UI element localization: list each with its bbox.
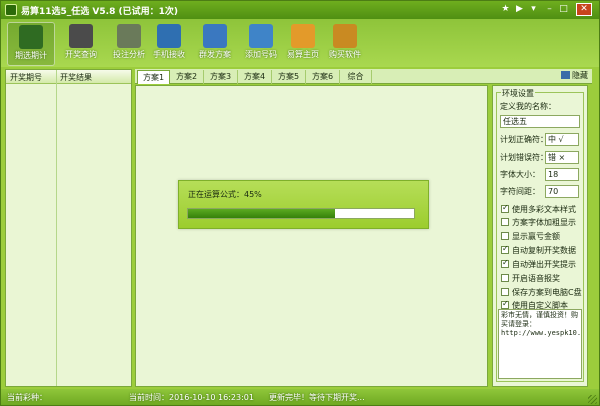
column-header-result[interactable]: 开奖结果 <box>60 72 92 83</box>
notes-text: 彩市无情，谨慎投资！购买请登录： <box>501 311 578 328</box>
checkbox[interactable] <box>501 244 509 254</box>
checkbox-label: 开启语音报奖 <box>512 274 560 283</box>
checkbox-show-profit[interactable]: 显示赢亏金额 <box>501 231 560 242</box>
status-current-lottery: 当前彩种： <box>7 393 47 402</box>
tab-plan-5[interactable]: 方案5 <box>272 70 306 84</box>
toolbar-button-mobile[interactable]: 手机接收 <box>145 22 193 66</box>
checkbox-colorful-text[interactable]: 使用多彩文本样式 <box>501 203 576 215</box>
checkbox-label: 使用多彩文本样式 <box>512 205 576 214</box>
toolbar-label: 添加号码 <box>245 50 277 59</box>
status-current-time: 当前时间：2016-10-10 16:23:01 <box>129 393 254 402</box>
toolbar-button-draw-query[interactable]: 开奖查询 <box>57 22 105 66</box>
toolbar-label: 期选期计 <box>15 51 47 60</box>
settings-panel: 环境设置 定义我的名称： 任选五 计划正确符： 中 √ 计划错误符： 错 × 字… <box>492 85 588 387</box>
checkbox-label: 自动弹出开奖提示 <box>512 260 576 269</box>
name-label: 定义我的名称： <box>500 102 556 111</box>
toolbar-label: 群发方案 <box>199 50 231 59</box>
key-icon <box>333 24 357 48</box>
plan-content-area[interactable] <box>135 85 488 387</box>
settings-group: 环境设置 定义我的名称： 任选五 计划正确符： 中 √ 计划错误符： 错 × 字… <box>496 88 584 382</box>
draw-results-header: 开奖期号 开奖结果 <box>6 70 131 84</box>
tab-plan-1[interactable]: 方案1 <box>137 70 170 84</box>
toolbar-label: 开奖查询 <box>65 50 97 59</box>
window-title: 易算11选5_任选 V5.8 (已试用：1次) <box>21 7 178 17</box>
name-field[interactable]: 任选五 <box>500 115 580 128</box>
checkbox[interactable] <box>501 232 509 240</box>
tab-plan-6[interactable]: 方案6 <box>306 70 340 84</box>
monitor-icon <box>19 25 43 49</box>
char-spacing-field[interactable]: 70 <box>545 185 579 198</box>
progress-bar-fill <box>188 209 335 218</box>
tv-icon <box>69 24 93 48</box>
grid-icon <box>117 24 141 48</box>
tab-summary[interactable]: 综合 <box>340 70 372 84</box>
panel-toggle-icon <box>561 71 570 79</box>
font-size-label: 字体大小： <box>500 170 540 179</box>
checkbox[interactable] <box>501 288 509 296</box>
checkbox-label: 自动复制开奖数据 <box>512 246 576 255</box>
tab-plan-2[interactable]: 方案2 <box>170 70 204 84</box>
draw-results-list[interactable] <box>6 84 131 386</box>
tab-plan-3[interactable]: 方案3 <box>204 70 238 84</box>
wrong-symbol-field[interactable]: 错 × <box>545 151 579 164</box>
app-window: 易算11选5_任选 V5.8 (已试用：1次) ★ ▶ ▾ – □ ✕ 期选期计… <box>0 0 600 406</box>
resize-grip-icon[interactable] <box>588 395 597 404</box>
wrong-symbol-label: 计划错误符： <box>500 153 548 162</box>
checkbox-auto-popup[interactable]: 自动弹出开奖提示 <box>501 258 576 270</box>
maximize-button[interactable]: □ <box>557 3 570 16</box>
checkbox[interactable] <box>501 218 509 226</box>
minimize-button[interactable]: – <box>543 3 556 16</box>
main-toolbar: 期选期计 开奖查询 投注分析 手机接收 群发方案 添加号码 易算主页 购买软件 <box>1 19 599 67</box>
toolbar-label: 易算主页 <box>287 50 319 59</box>
progress-dialog: 正在运算公式：45% <box>178 180 429 229</box>
notes-textarea[interactable]: 彩市无情，谨慎投资！购买请登录： http://www.yespk10.com <box>498 309 582 379</box>
hide-panel-button[interactable]: 隐藏 <box>561 70 588 81</box>
status-bar: 当前彩种： 当前时间：2016-10-10 16:23:01 更新完毕！等待下期… <box>1 389 599 405</box>
settings-title: 环境设置 <box>501 88 535 99</box>
column-divider <box>56 70 57 386</box>
checkbox[interactable] <box>501 258 509 268</box>
app-logo-icon <box>5 4 17 16</box>
title-bar: 易算11选5_任选 V5.8 (已试用：1次) ★ ▶ ▾ – □ ✕ <box>1 1 599 19</box>
checkbox-label: 方案字体加粗显示 <box>512 218 576 227</box>
correct-symbol-label: 计划正确符： <box>500 135 548 144</box>
correct-symbol-field[interactable]: 中 √ <box>545 133 579 146</box>
progress-text: 正在运算公式：45% <box>188 190 262 199</box>
toolbar-label: 手机接收 <box>153 50 185 59</box>
home-icon <box>291 24 315 48</box>
toolbar-button-broadcast[interactable]: 群发方案 <box>191 22 239 66</box>
progress-bar <box>187 208 415 219</box>
folder-icon <box>249 24 273 48</box>
checkbox-auto-copy[interactable]: 自动复制开奖数据 <box>501 244 576 256</box>
char-spacing-label: 字符间距： <box>500 187 540 196</box>
toolbar-label: 购买软件 <box>329 50 361 59</box>
column-header-issue[interactable]: 开奖期号 <box>10 72 42 83</box>
status-update: 更新完毕！等待下期开奖... <box>269 393 365 402</box>
users-icon <box>203 24 227 48</box>
pin-icon[interactable]: ★ <box>499 3 512 16</box>
checkbox[interactable] <box>501 299 509 309</box>
menu-dropdown-icon[interactable]: ▾ <box>527 3 540 16</box>
tab-plan-4[interactable]: 方案4 <box>238 70 272 84</box>
toolbar-button-plan[interactable]: 期选期计 <box>7 22 55 66</box>
checkbox-save-c-drive[interactable]: 保存方案到电脑C盘 <box>501 287 582 298</box>
notes-url[interactable]: http://www.yespk10.com <box>501 329 581 338</box>
toolbar-button-buy[interactable]: 购买软件 <box>321 22 369 66</box>
hide-panel-label: 隐藏 <box>572 71 588 80</box>
draw-results-panel: 开奖期号 开奖结果 <box>5 69 132 387</box>
checkbox-label: 显示赢亏金额 <box>512 232 560 241</box>
checkbox-voice[interactable]: 开启语音报奖 <box>501 273 560 284</box>
toolbar-button-add-numbers[interactable]: 添加号码 <box>237 22 285 66</box>
toolbar-button-home[interactable]: 易算主页 <box>279 22 327 66</box>
play-icon[interactable]: ▶ <box>513 3 526 16</box>
checkbox-bold-font[interactable]: 方案字体加粗显示 <box>501 217 576 228</box>
plan-tabs: 方案1 方案2 方案3 方案4 方案5 方案6 综合 隐藏 <box>135 69 592 84</box>
checkbox[interactable] <box>501 203 509 213</box>
font-size-field[interactable]: 18 <box>545 168 579 181</box>
phone-icon <box>157 24 181 48</box>
close-button[interactable]: ✕ <box>576 3 592 16</box>
checkbox-label: 保存方案到电脑C盘 <box>512 288 582 297</box>
checkbox[interactable] <box>501 274 509 282</box>
